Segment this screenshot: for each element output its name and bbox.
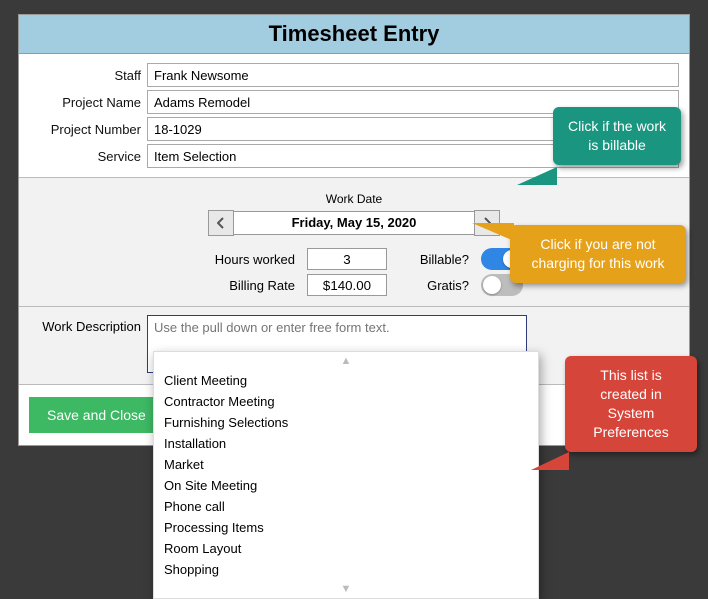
hours-input[interactable]: [307, 248, 387, 270]
callout-tail-icon: [472, 223, 514, 241]
callout-billable: Click if the work is billable: [553, 107, 681, 165]
rate-label: Billing Rate: [185, 278, 295, 293]
callout-list: This list is created in System Preferenc…: [565, 356, 697, 452]
gratis-label: Gratis?: [399, 278, 469, 293]
dropdown-item[interactable]: Phone call: [154, 496, 538, 517]
scroll-up-icon[interactable]: ▲: [154, 352, 538, 370]
workdate-value[interactable]: Friday, May 15, 2020: [234, 211, 474, 235]
description-dropdown[interactable]: ▲ Client MeetingContractor MeetingFurnis…: [153, 351, 539, 599]
callout-gratis: Click if you are not charging for this w…: [510, 225, 686, 283]
callout-text: Click if the work is billable: [568, 118, 666, 153]
project-name-label: Project Name: [29, 95, 147, 110]
workdate-label: Work Date: [326, 192, 382, 206]
dropdown-item[interactable]: Installation: [154, 433, 538, 454]
billable-label: Billable?: [399, 252, 469, 267]
project-number-label: Project Number: [29, 122, 147, 137]
dropdown-item[interactable]: Processing Items: [154, 517, 538, 538]
callout-tail-icon: [517, 167, 557, 185]
panel-title: Timesheet Entry: [19, 15, 689, 54]
dropdown-item[interactable]: Client Meeting: [154, 370, 538, 391]
save-close-button[interactable]: Save and Close: [29, 397, 164, 433]
dropdown-item[interactable]: Room Layout: [154, 538, 538, 559]
hours-label: Hours worked: [185, 252, 295, 267]
dropdown-item[interactable]: On Site Meeting: [154, 475, 538, 496]
chevron-left-icon: [217, 217, 225, 229]
dropdown-item[interactable]: Furnishing Selections: [154, 412, 538, 433]
rate-input[interactable]: [307, 274, 387, 296]
callout-text: This list is created in System Preferenc…: [593, 367, 668, 440]
service-label: Service: [29, 149, 147, 164]
description-label: Work Description: [29, 315, 147, 334]
toggle-knob-icon: [483, 276, 501, 294]
date-prev-button[interactable]: [208, 210, 234, 236]
callout-tail-icon: [531, 452, 569, 470]
staff-input[interactable]: [147, 63, 679, 87]
scroll-down-icon[interactable]: ▼: [154, 580, 538, 598]
staff-label: Staff: [29, 68, 147, 83]
callout-text: Click if you are not charging for this w…: [531, 236, 664, 271]
dropdown-item[interactable]: Market: [154, 454, 538, 475]
dropdown-item[interactable]: Shopping: [154, 559, 538, 580]
dropdown-item[interactable]: Contractor Meeting: [154, 391, 538, 412]
